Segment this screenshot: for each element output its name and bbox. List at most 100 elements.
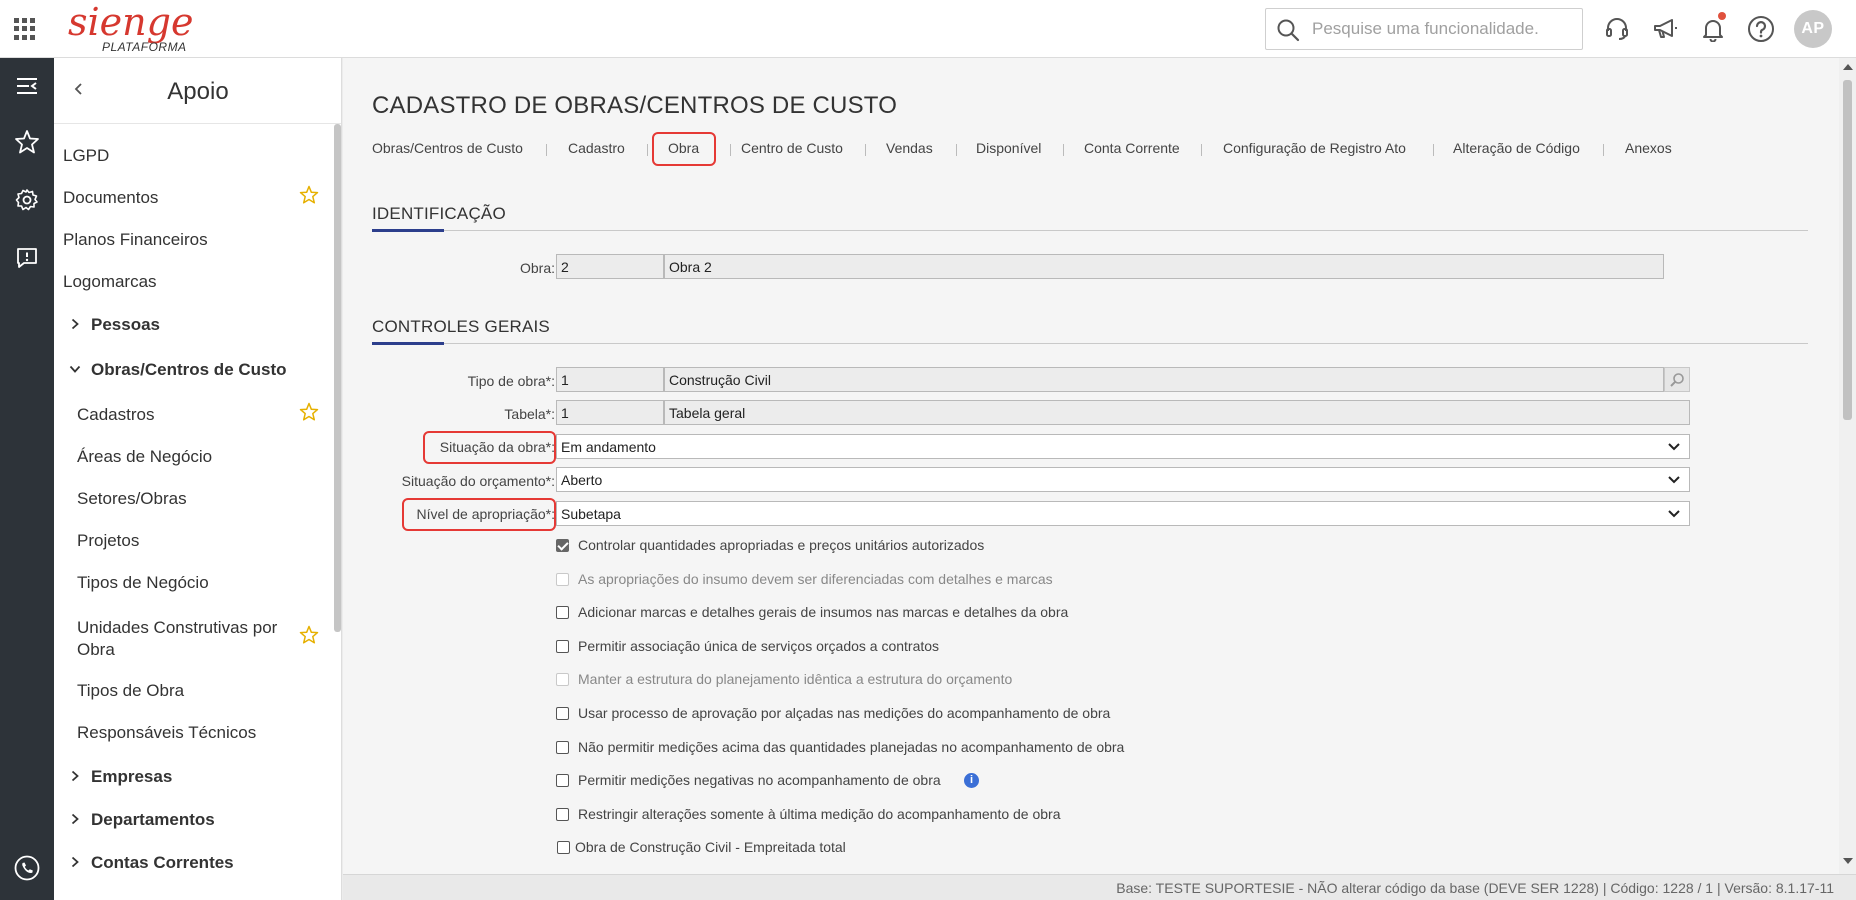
scroll-up-arrow-icon[interactable] <box>1843 64 1853 70</box>
scrollbar-thumb[interactable] <box>1843 80 1852 420</box>
nivel-apropriacao-select[interactable]: Subetapa <box>556 501 1690 526</box>
tipo-obra-search-button[interactable] <box>1664 367 1690 392</box>
situacao-orcamento-select[interactable]: Aberto <box>556 467 1690 492</box>
sidebar-item-unidades-construtivas[interactable]: Unidades Construtivas por Obra <box>77 617 277 661</box>
tab-cadastro[interactable]: Cadastro <box>568 140 625 156</box>
tab-obra-highlight <box>652 132 716 166</box>
apps-grid-icon[interactable] <box>14 18 36 40</box>
checkbox[interactable] <box>556 539 569 552</box>
sidebar-group-contas-correntes[interactable]: Contas Correntes <box>91 853 234 873</box>
tab-separator <box>865 144 866 156</box>
checkbox-label: Manter a estrutura do planejamento idênt… <box>578 671 1013 687</box>
megaphone-icon[interactable] <box>1648 12 1682 46</box>
sidebar-item-label: Unidades Construtivas por <box>77 618 278 637</box>
situacao-orcamento-label: Situação do orçamento*: <box>401 473 555 489</box>
sidebar-item-documentos[interactable]: Documentos <box>63 188 158 208</box>
situacao-orcamento-value: Aberto <box>561 472 603 488</box>
chevron-right-icon[interactable] <box>69 769 81 783</box>
left-rail <box>0 58 54 900</box>
tipo-obra-code-field[interactable]: 1 <box>556 367 664 392</box>
situacao-obra-value: Em andamento <box>561 439 656 455</box>
section-accent <box>372 229 444 232</box>
favorite-star-icon[interactable] <box>299 625 319 645</box>
tab-centro-de-custo[interactable]: Centro de Custo <box>741 140 843 156</box>
sidebar-item-tipos-de-negocio[interactable]: Tipos de Negócio <box>77 573 209 593</box>
checkbox[interactable] <box>557 841 570 854</box>
obra-name-field[interactable]: Obra 2 <box>664 254 1664 279</box>
headset-icon[interactable] <box>1600 12 1634 46</box>
info-icon[interactable]: i <box>964 773 979 788</box>
sidebar-item-planos-financeiros[interactable]: Planos Financeiros <box>63 230 208 250</box>
tab-separator <box>1433 144 1434 156</box>
section-accent <box>372 342 444 345</box>
main-scrollbar[interactable] <box>1839 58 1856 874</box>
phone-icon[interactable] <box>13 854 41 882</box>
tipo-obra-label: Tipo de obra*: <box>467 373 555 389</box>
sidebar-group-pessoas[interactable]: Pessoas <box>91 315 160 335</box>
obra-code-field[interactable]: 2 <box>556 254 664 279</box>
tab-disponivel[interactable]: Disponível <box>976 140 1041 156</box>
checkbox <box>556 573 569 586</box>
chevron-right-icon[interactable] <box>69 855 81 869</box>
search-icon <box>1277 19 1300 42</box>
user-avatar[interactable]: AP <box>1794 10 1832 48</box>
tab-separator <box>1201 144 1202 156</box>
sidebar-item-areas-de-negocio[interactable]: Áreas de Negócio <box>77 447 212 467</box>
chat-icon[interactable] <box>13 244 41 272</box>
sidebar-item-tipos-de-obra[interactable]: Tipos de Obra <box>77 681 184 701</box>
gear-icon[interactable] <box>13 186 41 214</box>
checkbox[interactable] <box>556 606 569 619</box>
chevron-right-icon[interactable] <box>69 317 81 331</box>
menu-collapse-icon[interactable] <box>13 72 41 100</box>
sidebar-scrollbar[interactable] <box>334 124 341 632</box>
checkbox-label: Adicionar marcas e detalhes gerais de in… <box>578 604 1069 620</box>
checkbox-label: Não permitir medições acima das quantida… <box>578 739 1125 755</box>
search-input[interactable] <box>1312 17 1574 41</box>
sidebar-item-responsaveis-tecnicos[interactable]: Responsáveis Técnicos <box>77 723 256 743</box>
main-content: CADASTRO DE OBRAS/CENTROS DE CUSTO Obras… <box>343 58 1839 874</box>
sidebar-item-logomarcas[interactable]: Logomarcas <box>63 272 157 292</box>
tab-vendas[interactable]: Vendas <box>886 140 933 156</box>
tab-anexos[interactable]: Anexos <box>1625 140 1672 156</box>
sidebar-item-projetos[interactable]: Projetos <box>77 531 139 551</box>
bell-icon[interactable] <box>1696 12 1730 46</box>
section-divider <box>372 343 1808 344</box>
chevron-right-icon[interactable] <box>69 812 81 826</box>
help-icon[interactable] <box>1744 12 1778 46</box>
sidebar-item-lgpd[interactable]: LGPD <box>63 146 109 166</box>
scroll-down-arrow-icon[interactable] <box>1843 858 1853 864</box>
sienge-logo[interactable]: sienge PLATAFORMA <box>68 2 228 56</box>
favorite-star-icon[interactable] <box>299 185 319 205</box>
chevron-down-icon[interactable] <box>68 363 82 375</box>
checkbox-label: As apropriações do insumo devem ser dife… <box>578 571 1053 587</box>
tabela-code-field[interactable]: 1 <box>556 400 664 425</box>
sidebar-menu: Apoio LGPD Documentos Planos Financeiros… <box>54 58 342 900</box>
checkbox-medicoes-negativas[interactable]: Permitir medições negativas no acompanha… <box>556 771 1016 791</box>
tab-obras-centros-de-custo[interactable]: Obras/Centros de Custo <box>372 140 523 156</box>
checkbox[interactable] <box>556 808 569 821</box>
tabela-name-field[interactable]: Tabela geral <box>664 400 1690 425</box>
sidebar-group-departamentos[interactable]: Departamentos <box>91 810 215 830</box>
chevron-down-icon <box>1668 443 1680 451</box>
favorite-star-icon[interactable] <box>299 402 319 422</box>
logo-text: sienge <box>68 0 194 44</box>
feature-search[interactable] <box>1265 8 1583 50</box>
sidebar-group-obras-centros-de-custo[interactable]: Obras/Centros de Custo <box>91 360 287 380</box>
checkbox[interactable] <box>556 774 569 787</box>
checkbox[interactable] <box>556 741 569 754</box>
tab-alteracao-de-codigo[interactable]: Alteração de Código <box>1453 140 1580 156</box>
sidebar-item-setores-obras[interactable]: Setores/Obras <box>77 489 187 509</box>
sidebar-item-cadastros[interactable]: Cadastros <box>77 405 154 425</box>
sidebar-group-empresas[interactable]: Empresas <box>91 767 172 787</box>
checkbox[interactable] <box>556 640 569 653</box>
tab-separator <box>956 144 957 156</box>
tipo-obra-name-field[interactable]: Construção Civil <box>664 367 1664 392</box>
tab-conta-corrente[interactable]: Conta Corrente <box>1084 140 1180 156</box>
checkbox[interactable] <box>556 707 569 720</box>
top-bar: sienge PLATAFORMA Pesquise uma funcional… <box>0 0 1856 58</box>
situacao-obra-select[interactable]: Em andamento <box>556 434 1690 459</box>
star-icon[interactable] <box>13 128 41 156</box>
tab-configuracao-registro-ato[interactable]: Configuração de Registro Ato <box>1223 140 1406 156</box>
tab-separator <box>546 144 547 156</box>
search-icon <box>1670 372 1684 387</box>
